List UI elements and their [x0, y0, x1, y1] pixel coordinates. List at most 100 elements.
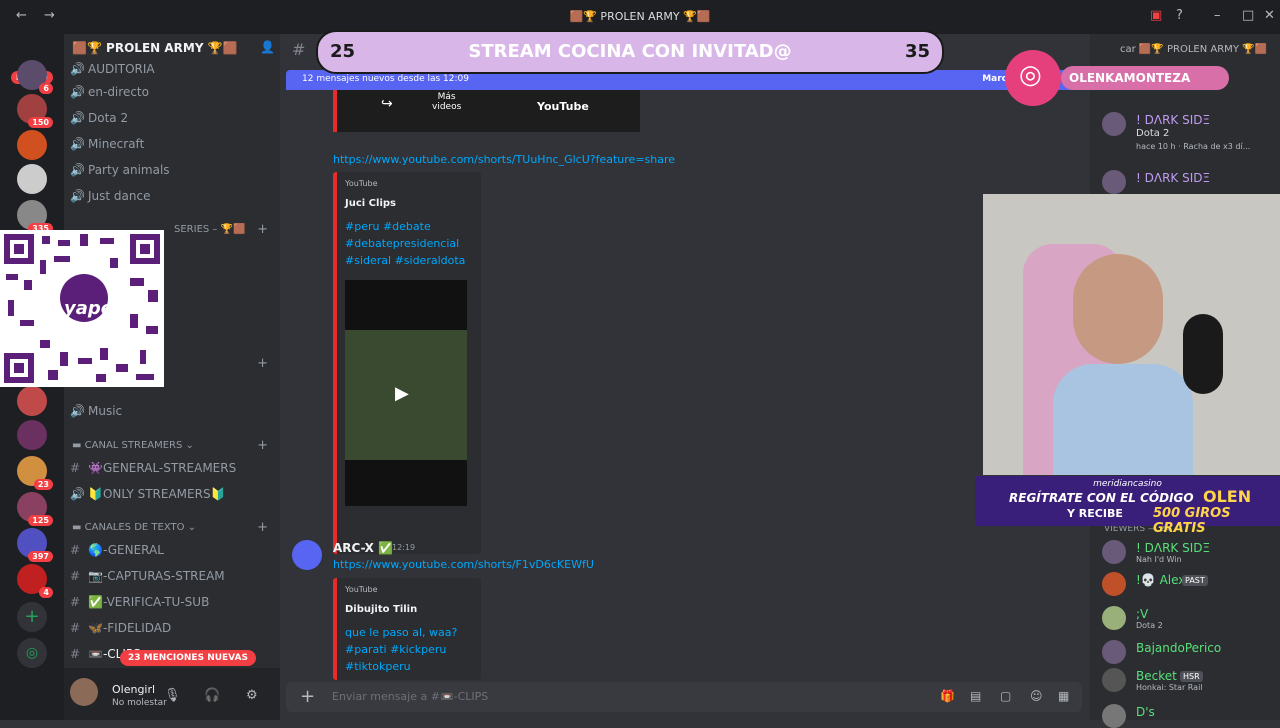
- new-mentions-pill[interactable]: 23 MENCIONES NUEVAS: [120, 650, 256, 666]
- add-channel-icon[interactable]: +: [257, 520, 268, 535]
- badge: 397: [28, 551, 53, 562]
- help-icon[interactable]: ?: [1176, 8, 1183, 23]
- avatar: [1102, 640, 1126, 664]
- add-server-icon[interactable]: +: [17, 602, 47, 632]
- member-activity: Dota 2: [1136, 128, 1170, 139]
- video-thumbnail[interactable]: ↪ Más videos YouTube: [333, 90, 640, 132]
- server-icon[interactable]: 397: [17, 528, 53, 562]
- channel-label: 👾GENERAL-STREAMERS: [88, 461, 237, 475]
- minimize-icon[interactable]: –: [1214, 8, 1221, 23]
- category-series[interactable]: SERIES – 🏆🟫: [174, 224, 246, 235]
- play-icon[interactable]: ▶: [395, 383, 409, 404]
- channel-voice[interactable]: 🔊 Minecraft: [70, 137, 144, 151]
- badge: 150: [28, 117, 53, 128]
- emoji-icon[interactable]: ☺: [1030, 689, 1043, 703]
- youtube-embed: YouTube Juci Clips #peru #debate #debate…: [333, 172, 481, 554]
- microphone-icon[interactable]: 🎙: [164, 688, 181, 703]
- channel-voice[interactable]: 🔊 Music: [70, 404, 122, 418]
- gift-icon[interactable]: 🎁: [940, 689, 955, 703]
- speaker-icon: 🔊: [70, 137, 85, 151]
- member-name: ! DΛRK SIDΞ: [1136, 541, 1211, 555]
- maximize-icon[interactable]: □: [1242, 8, 1254, 23]
- apps-icon[interactable]: ▦: [1058, 689, 1069, 703]
- new-messages-text: 12 mensajes nuevos desde las 12:09: [302, 74, 469, 84]
- add-channel-icon[interactable]: +: [257, 222, 268, 237]
- server-icon[interactable]: [17, 386, 47, 416]
- overlay-title: STREAM COCINA CON INVITAD@: [468, 41, 792, 62]
- channel-label: Party animals: [88, 163, 170, 177]
- instagram-handle-pill: OLENKAMONTEZA: [1061, 66, 1229, 90]
- member-activity: Dota 2: [1136, 621, 1163, 630]
- channel-text[interactable]: # 👾GENERAL-STREAMERS: [70, 461, 236, 475]
- headphones-icon[interactable]: 🎧: [204, 688, 220, 703]
- channel-text[interactable]: # 🌎-GENERAL: [70, 543, 164, 557]
- avatar: [1102, 668, 1126, 692]
- hash-icon: #: [70, 621, 81, 635]
- channel-voice[interactable]: 🔊 en-directo: [70, 85, 149, 99]
- avatar[interactable]: [70, 678, 98, 706]
- server-icon[interactable]: [17, 164, 47, 194]
- server-icon[interactable]: 150: [17, 94, 53, 128]
- embed-title[interactable]: Dibujito Tilin: [345, 604, 417, 615]
- message-composer[interactable]: + Enviar mensaje a #📼-CLIPS 🎁 ▤ ▢ ☺ ▦: [286, 682, 1082, 712]
- avatar: [1102, 170, 1126, 194]
- yape-logo-text: yape: [64, 298, 113, 319]
- member-name: D's: [1136, 705, 1155, 719]
- channel-voice[interactable]: 🔊 Dota 2: [70, 111, 128, 125]
- guild-header[interactable]: 🟫🏆 PROLEN ARMY 🏆🟫 👤: [64, 34, 280, 62]
- close-icon[interactable]: ✕: [1264, 8, 1275, 23]
- server-icon[interactable]: 23: [17, 456, 53, 490]
- youtube-embed: YouTube Dibujito Tilin que le paso al, w…: [333, 578, 481, 680]
- channel-voice[interactable]: 🔊 Just dance: [70, 189, 150, 203]
- casino-ad-banner: meridiancasino REGÍTRATE CON EL CÓDIGO O…: [975, 476, 1280, 536]
- channel-label: Music: [88, 404, 123, 418]
- member-name: Becket: [1136, 669, 1177, 683]
- member-item[interactable]: ! DΛRK SIDΞ Dota 2 hace 10 h · Racha de …: [1102, 112, 1272, 156]
- server-icon[interactable]: 335: [17, 200, 53, 234]
- gif-icon[interactable]: ▤: [970, 689, 981, 703]
- add-attachment-icon[interactable]: +: [300, 686, 315, 707]
- invite-icon[interactable]: 👤: [260, 40, 275, 54]
- server-icon[interactable]: 6: [17, 60, 53, 94]
- category-text[interactable]: ▬ CANALES DE TEXTO ⌄: [72, 522, 196, 533]
- server-icon[interactable]: [17, 420, 47, 450]
- instagram-handle: OLENKAMONTEZA: [1069, 71, 1191, 85]
- guild-name: 🟫🏆 PROLEN ARMY 🏆🟫: [72, 41, 238, 55]
- add-channel-icon[interactable]: +: [257, 356, 268, 371]
- badge: 125: [28, 515, 53, 526]
- embed-provider: YouTube: [345, 179, 378, 188]
- chat-area: # 12 mensajes nuevos desde las 12:09 Mar…: [280, 34, 1090, 720]
- inbox-icon[interactable]: ▣: [1150, 8, 1162, 23]
- channel-text[interactable]: # ✅-VERIFICA-TU-SUB: [70, 595, 209, 609]
- embed-title[interactable]: Juci Clips: [345, 198, 396, 209]
- server-icon[interactable]: 125: [17, 492, 53, 526]
- avatar: [1102, 112, 1126, 136]
- ad-line2: Y RECIBE: [1067, 507, 1123, 520]
- member-activity: Nah I'd Win: [1136, 555, 1182, 564]
- streamer-body: [1053, 364, 1193, 475]
- sticker-icon[interactable]: ▢: [1000, 689, 1011, 703]
- message-link[interactable]: https://www.youtube.com/shorts/F1vD6cKEW…: [333, 558, 594, 571]
- avatar: [1102, 540, 1126, 564]
- message-link[interactable]: https://www.youtube.com/shorts/TUuHnc_Gl…: [333, 153, 675, 166]
- embed-description[interactable]: #peru #debate #debatepresidencial #sider…: [345, 218, 465, 269]
- channel-label: Just dance: [88, 189, 151, 203]
- channel-voice[interactable]: 🔊 Party animals: [70, 163, 170, 177]
- channel-voice[interactable]: 🔊 AUDITORIA: [70, 62, 155, 76]
- avatar[interactable]: [292, 540, 322, 570]
- channel-voice[interactable]: 🔊 🔰ONLY STREAMERS🔰: [70, 487, 226, 501]
- category-streamers[interactable]: ▬ CANAL STREAMERS ⌄: [72, 440, 194, 451]
- embed-description[interactable]: que le paso al, waa? #parati #kickperu #…: [345, 624, 457, 675]
- message-author[interactable]: ARC-X ✅: [333, 541, 393, 555]
- composer-placeholder: Enviar mensaje a #📼-CLIPS: [332, 690, 489, 703]
- badge: 23: [33, 479, 53, 490]
- channel-text[interactable]: # 🦋-FIDELIDAD: [70, 621, 171, 635]
- settings-gear-icon[interactable]: ⚙: [246, 688, 258, 703]
- video-preview[interactable]: ▶: [345, 280, 467, 506]
- server-icon[interactable]: 4: [17, 564, 53, 598]
- channel-text[interactable]: # 📷-CAPTURAS-STREAM: [70, 569, 225, 583]
- server-icon[interactable]: [17, 130, 47, 160]
- add-channel-icon[interactable]: +: [257, 438, 268, 453]
- channel-label: en-directo: [88, 85, 149, 99]
- explore-icon[interactable]: ◎: [17, 638, 47, 668]
